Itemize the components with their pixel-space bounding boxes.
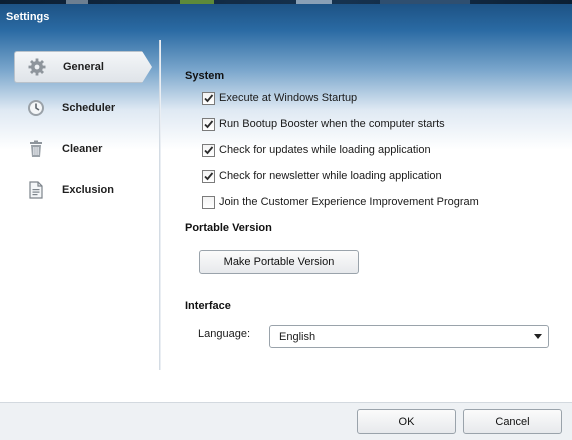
bootup-booster-option[interactable]: Run Bootup Booster when the computer sta… (202, 116, 445, 132)
window-title: Settings (6, 11, 50, 23)
check-newsletter-checkbox[interactable] (202, 169, 215, 183)
check-newsletter-option[interactable]: Check for newsletter while loading appli… (202, 168, 442, 184)
sidebar-item-label: Exclusion (62, 184, 114, 196)
startup-label: Execute at Windows Startup (219, 92, 358, 104)
chevron-down-icon (534, 334, 542, 339)
check-updates-label: Check for updates while loading applicat… (219, 144, 431, 156)
gear-icon (25, 55, 49, 79)
sidebar-item-label: Scheduler (62, 102, 116, 114)
sidebar-item-general[interactable]: General (14, 51, 152, 83)
check-updates-option[interactable]: Check for updates while loading applicat… (202, 142, 431, 158)
sidebar: General Scheduler Cleaner Exclusion (0, 40, 162, 402)
sidebar-divider (159, 40, 161, 370)
sidebar-item-label: Cleaner (62, 143, 103, 155)
language-value: English (279, 330, 316, 343)
startup-option[interactable]: Execute at Windows Startup (202, 90, 357, 106)
ceip-option[interactable]: Join the Customer Experience Improvement… (202, 194, 479, 210)
check-newsletter-label: Check for newsletter while loading appli… (219, 170, 442, 182)
system-heading: System (185, 70, 225, 82)
top-strip (0, 0, 572, 4)
portable-heading: Portable Version (185, 222, 272, 234)
ok-button[interactable]: OK (357, 409, 456, 434)
language-select[interactable]: English (269, 325, 549, 348)
sidebar-item-label: General (63, 61, 104, 73)
bootup-booster-label: Run Bootup Booster when the computer sta… (219, 118, 445, 130)
startup-checkbox[interactable] (202, 91, 215, 105)
ceip-label: Join the Customer Experience Improvement… (219, 196, 479, 208)
document-icon (24, 178, 48, 202)
ceip-checkbox[interactable] (202, 195, 215, 209)
sidebar-item-exclusion[interactable]: Exclusion (14, 174, 152, 206)
sidebar-item-scheduler[interactable]: Scheduler (14, 92, 152, 124)
make-portable-button[interactable]: Make Portable Version (199, 250, 359, 274)
sidebar-item-cleaner[interactable]: Cleaner (14, 133, 152, 165)
language-label: Language: (198, 328, 250, 340)
interface-heading: Interface (185, 300, 231, 312)
trash-icon (24, 137, 48, 161)
cancel-button[interactable]: Cancel (463, 409, 562, 434)
clock-icon (24, 96, 48, 120)
bootup-booster-checkbox[interactable] (202, 117, 215, 131)
settings-window: Settings General Scheduler Cleaner Exclu… (0, 0, 572, 440)
check-updates-checkbox[interactable] (202, 143, 215, 157)
